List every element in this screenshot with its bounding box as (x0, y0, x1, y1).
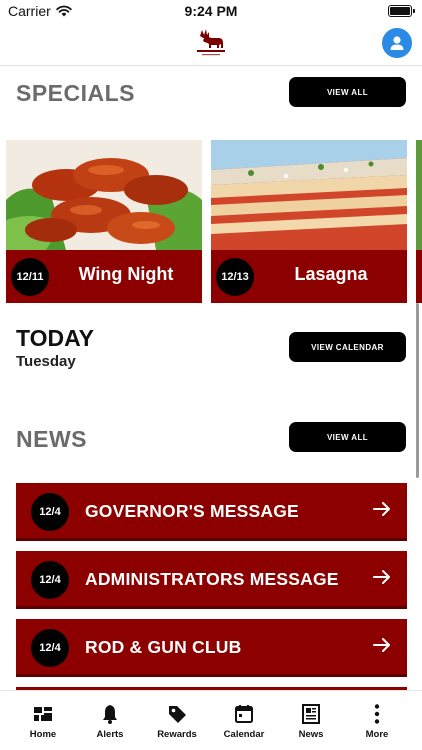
chicken-wings-image (6, 140, 202, 250)
special-name: Lasagna (294, 264, 368, 284)
tab-label: News (298, 729, 324, 740)
tab-label: Calendar (223, 729, 265, 740)
tab-label: Alerts (96, 729, 124, 740)
special-card[interactable]: 12/13 Lasagna (211, 140, 407, 303)
arrow-right-icon (373, 570, 390, 584)
calendar-icon (235, 705, 253, 723)
view-calendar-button[interactable]: VIEW CALENDAR (289, 332, 406, 362)
status-bar: Carrier 9:24 PM (0, 0, 422, 22)
specials-heading: SPECIALS (16, 80, 136, 106)
date-badge: 12/4 (31, 561, 69, 599)
arrow-right-icon (373, 502, 390, 516)
more-icon (374, 704, 380, 724)
tab-home[interactable]: Home (8, 695, 78, 747)
special-card[interactable]: 12/11 Wing Night (6, 140, 202, 303)
news-item-title: GOVERNOR'S MESSAGE (85, 501, 299, 521)
news-item[interactable]: 12/4 ADMINISTRATORS MESSAGE (16, 551, 407, 609)
specials-view-all-button[interactable]: VIEW ALL (289, 77, 406, 107)
date-badge: 12/11 (11, 258, 49, 296)
special-bar: 12/13 Lasagna (211, 250, 407, 303)
date-badge: 12/4 (31, 493, 69, 531)
app-header (0, 22, 422, 66)
date-badge: 12/13 (216, 258, 254, 296)
news-view-all-button[interactable]: VIEW ALL (289, 422, 406, 452)
special-card-peek[interactable] (416, 140, 422, 303)
tab-news[interactable]: News (276, 695, 346, 747)
scrollbar[interactable] (416, 303, 419, 478)
battery-icon (388, 5, 415, 17)
news-item[interactable]: 12/4 GOVERNOR'S MESSAGE (16, 483, 407, 541)
bell-icon (103, 705, 117, 724)
news-item-title: ADMINISTRATORS MESSAGE (85, 569, 339, 589)
today-heading: TODAY (16, 325, 94, 351)
lasagna-image (211, 140, 407, 250)
user-icon (390, 36, 404, 50)
date-badge: 12/4 (31, 629, 69, 667)
tab-bar: Home Alerts Rewards Calendar News More (0, 690, 422, 750)
tab-label: Home (29, 729, 57, 740)
arrow-right-icon (373, 638, 390, 652)
tab-alerts[interactable]: Alerts (75, 695, 145, 747)
tab-rewards[interactable]: Rewards (142, 695, 212, 747)
special-name: Wing Night (78, 264, 174, 284)
special-bar: 12/11 Wing Night (6, 250, 202, 303)
grid-icon (34, 707, 52, 721)
news-item[interactable]: 12/4 ROD & GUN CLUB (16, 619, 407, 677)
moose-logo-icon[interactable] (194, 26, 228, 58)
tab-more[interactable]: More (342, 695, 412, 747)
tab-label: Rewards (157, 729, 197, 740)
tag-icon (169, 706, 186, 723)
status-time: 9:24 PM (184, 3, 238, 19)
tab-calendar[interactable]: Calendar (209, 695, 279, 747)
news-item-title: ROD & GUN CLUB (85, 637, 242, 657)
newspaper-icon (302, 704, 320, 724)
profile-button[interactable] (382, 28, 412, 58)
news-heading: NEWS (16, 426, 87, 452)
tab-label: More (365, 729, 389, 740)
today-weekday: Tuesday (16, 353, 76, 370)
